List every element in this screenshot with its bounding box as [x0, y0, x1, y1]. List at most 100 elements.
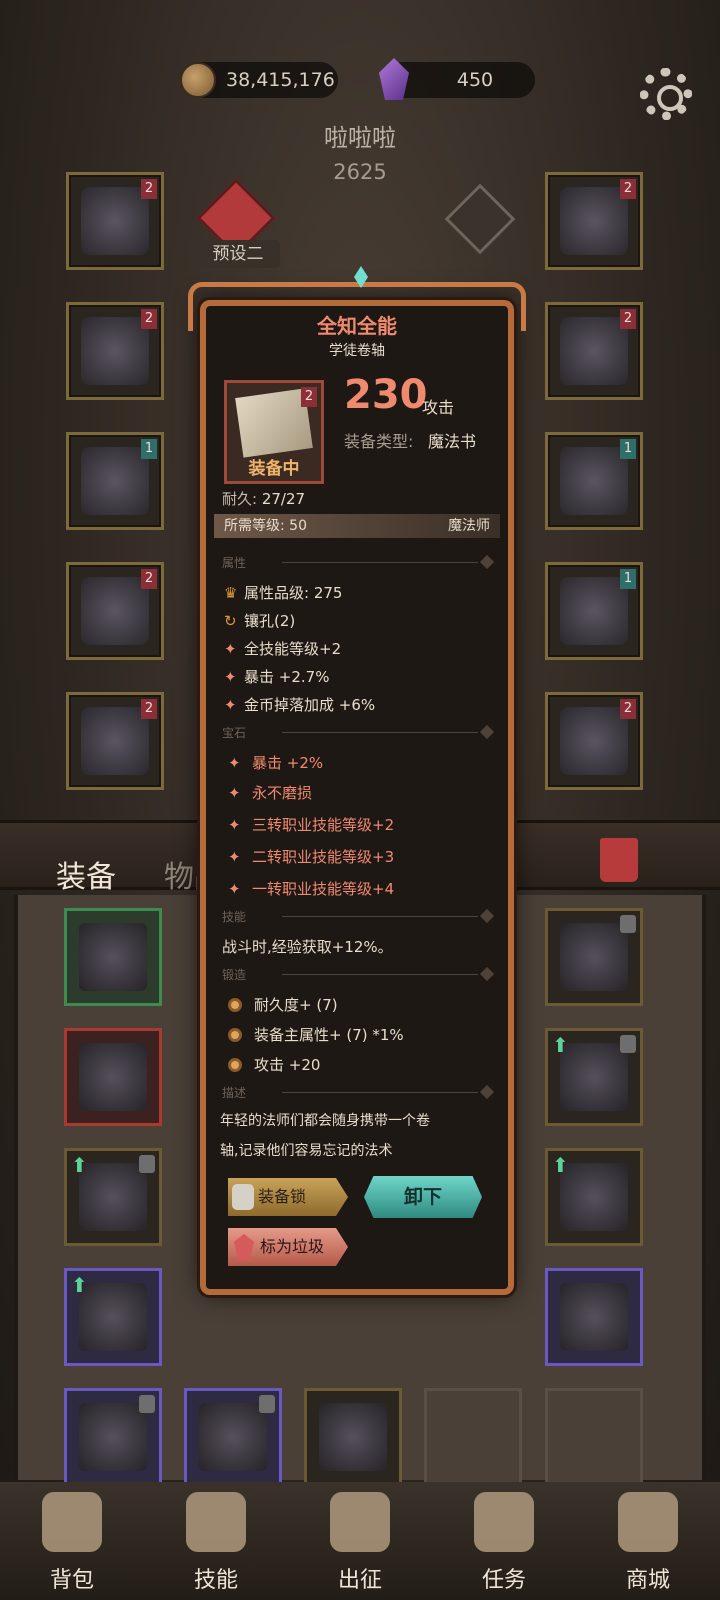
required-class: 魔法师 — [448, 518, 490, 534]
sparkle-icon: ✦ — [228, 880, 241, 898]
equipped-status: 装备中 — [248, 459, 300, 479]
attribute-line: ♛ 属性品级: 275 — [224, 584, 343, 602]
description-line: 轴,记录他们容易忘记的法术 — [220, 1143, 393, 1159]
attack-label: 攻击 — [422, 398, 455, 417]
skill-book-icon — [186, 1492, 246, 1552]
nav-expedition[interactable]: 出征 — [300, 1484, 420, 1594]
gem-line: ✦ 永不磨损 — [228, 784, 313, 802]
tier-badge: 1 — [620, 439, 636, 459]
coin-icon — [180, 62, 216, 98]
upgrade-arrow-icon: ⬆ — [71, 1153, 88, 1177]
spear-icon — [560, 577, 628, 645]
durability-label: 耐久: — [222, 490, 258, 508]
lock-icon — [139, 1155, 155, 1173]
quest-horn-icon — [474, 1492, 534, 1552]
gear-icon[interactable] — [640, 68, 692, 120]
section-header-skills: 技能 — [222, 908, 492, 925]
inventory-slot[interactable]: ⬆ — [64, 1148, 162, 1246]
upgrade-arrow-icon: ⬆ — [71, 1273, 88, 1297]
section-header-attributes: 属性 — [222, 554, 492, 571]
ring-icon — [560, 1283, 628, 1351]
nav-label: 背包 — [49, 1568, 94, 1593]
star-bullet-icon: ✦ — [224, 640, 237, 658]
equip-lock-button[interactable]: 装备锁 — [228, 1178, 348, 1216]
equip-type-label: 装备类型: — [344, 432, 414, 451]
nav-quests[interactable]: 任务 — [444, 1484, 564, 1594]
trash-gem-icon — [234, 1234, 254, 1260]
mark-trash-button[interactable]: 标为垃圾 — [228, 1228, 348, 1266]
necklace-icon — [560, 187, 628, 255]
equip-slot-pants[interactable]: 2 — [66, 562, 164, 660]
shoulder-icon — [560, 317, 628, 385]
inventory-slot-empty[interactable] — [424, 1388, 522, 1486]
staff-icon — [560, 923, 628, 991]
lock-icon — [259, 1395, 275, 1413]
lock-icon — [232, 1184, 254, 1210]
equip-slot-offhand[interactable]: 2 — [545, 692, 643, 790]
tier-badge: 2 — [620, 179, 636, 199]
upgrade-arrow-icon: ⬆ — [552, 1153, 569, 1177]
tier-badge: 2 — [141, 179, 157, 199]
mark-trash-label: 标为垃圾 — [260, 1237, 325, 1256]
attribute-line: ✦ 金币掉落加成 +6% — [224, 696, 376, 714]
required-level: 所需等级: 50 — [224, 518, 307, 534]
backpack-icon — [42, 1492, 102, 1552]
lock-icon — [139, 1395, 155, 1413]
tier-badge: 1 — [620, 569, 636, 589]
preset-button[interactable]: 预设二 — [196, 240, 280, 268]
inventory-slot[interactable]: ⬆ — [64, 1268, 162, 1366]
nav-shop[interactable]: 商城 — [588, 1484, 708, 1594]
inventory-slot[interactable] — [545, 1268, 643, 1366]
attack-value: 230 — [344, 372, 428, 418]
equip-slot-cape[interactable]: 1 — [545, 432, 643, 530]
gem-line: ✦ 三转职业技能等级+2 — [228, 816, 395, 834]
attribute-line: ↻ 镶孔(2) — [224, 612, 296, 630]
inventory-slot-empty[interactable] — [545, 1388, 643, 1486]
staff-icon — [79, 1163, 147, 1231]
tier-badge: 2 — [620, 699, 636, 719]
tab-equipment[interactable]: 装备 — [56, 852, 116, 896]
equip-slot-gloves[interactable]: 1 — [66, 432, 164, 530]
forge-line: 攻击 +20 — [228, 1054, 320, 1075]
sparkle-icon: ✦ — [228, 848, 241, 866]
item-preview: 2 装备中 — [224, 380, 324, 484]
gem-line: ✦ 一转职业技能等级+4 — [228, 880, 395, 898]
tier-badge: 2 — [141, 569, 157, 589]
equip-slot-necklace[interactable]: 2 — [545, 172, 643, 270]
inventory-slot[interactable] — [64, 1028, 162, 1126]
equip-slot-weapon[interactable]: 1 — [545, 562, 643, 660]
helmet-icon — [81, 187, 149, 255]
gold-amount: 38,415,176 — [226, 69, 335, 91]
unequip-button[interactable]: 卸下 — [364, 1176, 482, 1218]
inventory-slot[interactable] — [64, 1388, 162, 1486]
inventory-slot[interactable]: ⬆ — [545, 1148, 643, 1246]
section-header-description: 描述 — [222, 1084, 492, 1101]
forge-dot-icon — [228, 1058, 242, 1072]
trash-can-icon[interactable] — [600, 838, 638, 882]
star-bullet-icon: ✦ — [224, 696, 237, 714]
nav-skills[interactable]: 技能 — [156, 1484, 276, 1594]
equip-slot-armor[interactable]: 2 — [66, 302, 164, 400]
equip-type-value: 魔法书 — [428, 432, 477, 451]
gem-line: ✦ 二转职业技能等级+3 — [228, 848, 395, 866]
boots-icon — [81, 707, 149, 775]
nav-backpack[interactable]: 背包 — [12, 1484, 132, 1594]
equip-slot-boots[interactable]: 2 — [66, 692, 164, 790]
socket-cycle-icon: ↻ — [224, 612, 237, 630]
inventory-slot[interactable] — [184, 1388, 282, 1486]
equip-slot-shoulder[interactable]: 2 — [545, 302, 643, 400]
sparkle-icon: ✦ — [228, 816, 241, 834]
durability-value: 27/27 — [261, 490, 306, 508]
nav-label: 任务 — [481, 1568, 526, 1593]
equip-slot-helmet[interactable]: 2 — [66, 172, 164, 270]
tier-badge: 2 — [620, 309, 636, 329]
tier-badge: 1 — [141, 439, 157, 459]
inventory-slot[interactable] — [304, 1388, 402, 1486]
inventory-slot[interactable] — [545, 908, 643, 1006]
bottom-nav: 背包 技能 出征 任务 商城 — [0, 1482, 720, 1600]
gem-counter: 450 — [379, 58, 535, 100]
inventory-slot[interactable]: ⬆ — [545, 1028, 643, 1126]
map-scroll-icon — [330, 1492, 390, 1552]
sparkle-icon: ✦ — [228, 754, 241, 772]
inventory-slot[interactable] — [64, 908, 162, 1006]
